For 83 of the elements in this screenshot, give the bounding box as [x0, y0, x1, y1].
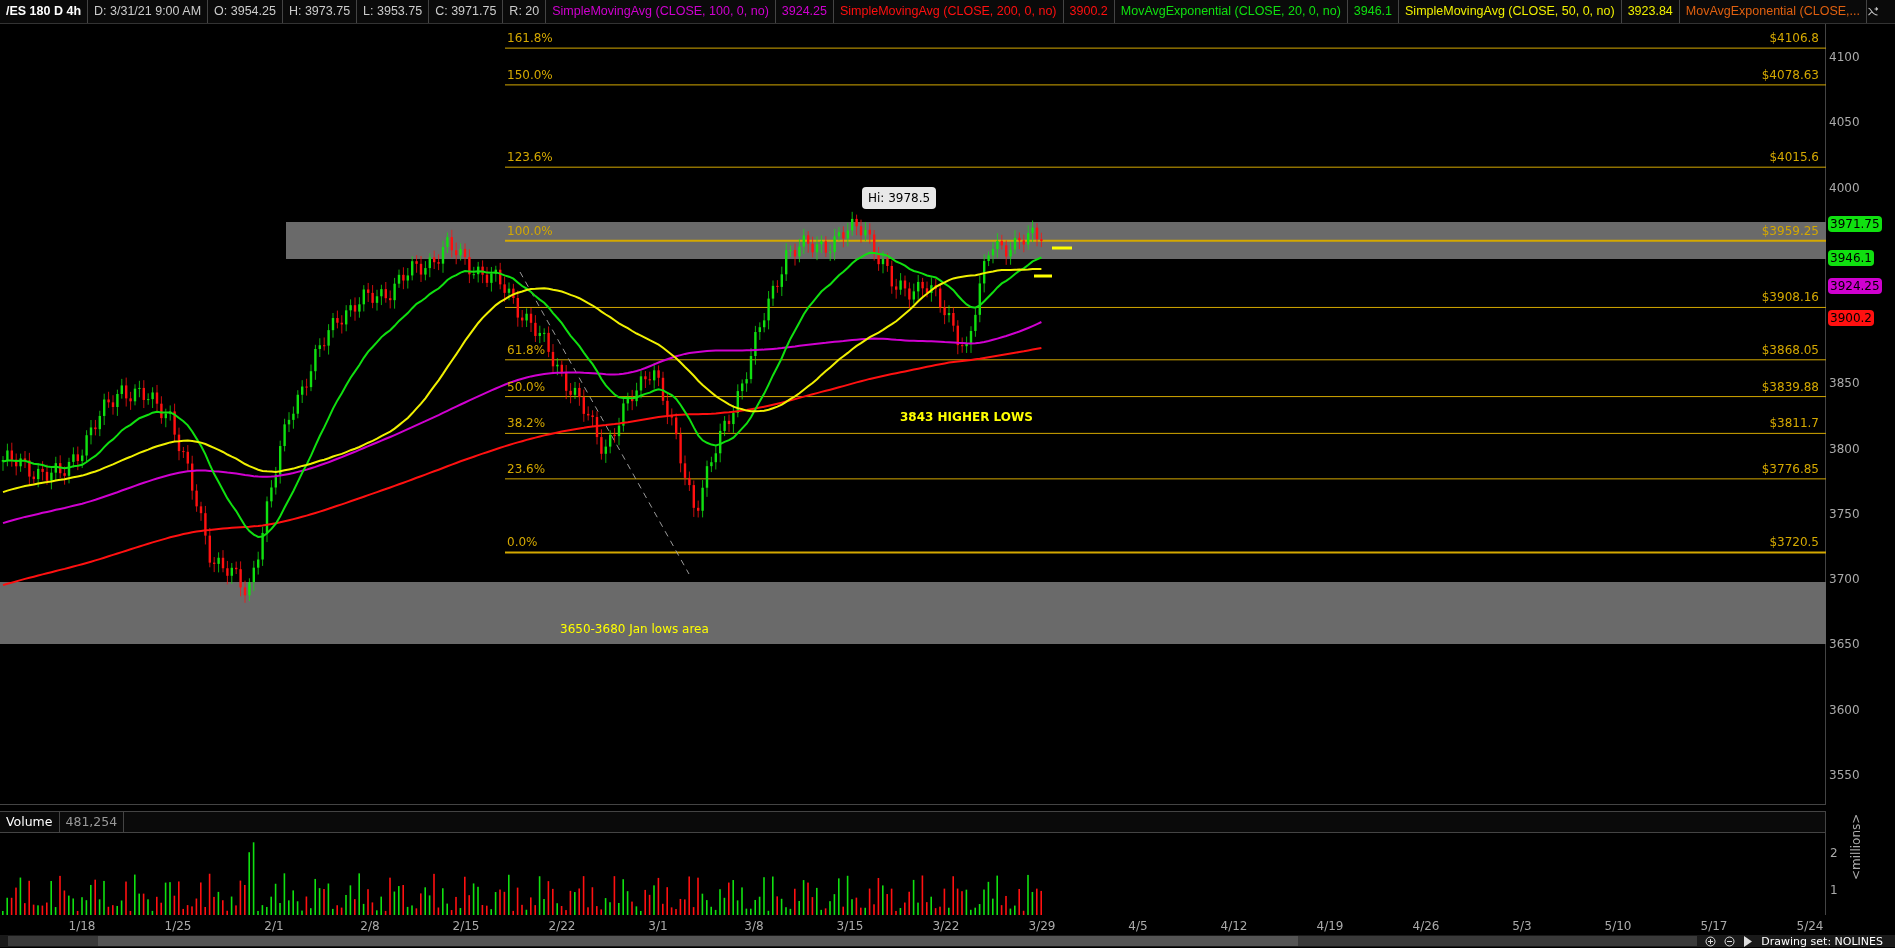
date-tick: 4/19: [1316, 918, 1344, 935]
chart-note: 3843 HIGHER LOWS: [900, 409, 1033, 426]
fibonacci-percent: 161.8%: [507, 32, 553, 45]
date-tick: 2/8: [360, 918, 380, 935]
date-tick: 3/8: [744, 918, 764, 935]
ohlc-value: L: 3953.75: [357, 0, 430, 23]
ohlc-value: H: 3973.75: [282, 0, 358, 23]
date-tick: 2/15: [452, 918, 480, 935]
price-marker: [1034, 274, 1052, 278]
price-tick: 3600: [1829, 703, 1860, 716]
study-label: SimpleMovingAvg (CLOSE, 50, 0, no): [1399, 0, 1622, 23]
volume-unit: <millions>: [1848, 813, 1864, 880]
price-tick: 4100: [1829, 51, 1860, 63]
date-tick: 5/17: [1700, 918, 1728, 935]
fibonacci-percent: 50.0%: [507, 380, 546, 393]
study-label: SimpleMovingAvg (CLOSE, 100, 0, no): [546, 0, 776, 23]
date-tick: 4/26: [1412, 918, 1440, 935]
fibonacci-price: $4106.8: [1769, 32, 1819, 45]
study-label: SimpleMovingAvg (CLOSE, 200, 0, no): [834, 0, 1064, 23]
fibonacci-price: $4078.63: [1761, 68, 1819, 81]
ohlc-value: D: 3/31/21 9:00 AM: [88, 0, 209, 23]
study-value: 3946.1: [1347, 0, 1400, 23]
price-tick: 3550: [1829, 769, 1860, 781]
date-tick: 1/25: [164, 918, 192, 935]
price-badge: 3900.2: [1828, 309, 1874, 326]
drawing-set-label: Drawing set: NOLINES: [1761, 935, 1883, 947]
volume-tick: 1: [1830, 884, 1838, 896]
fibonacci-percent: 123.6%: [507, 151, 553, 164]
date-tick: 2/1: [264, 918, 284, 935]
study-value: 3923.84: [1621, 0, 1680, 23]
date-tick: 1/18: [68, 918, 96, 935]
date-tick: 3/29: [1028, 918, 1056, 935]
fibonacci-price: $3720.5: [1769, 536, 1819, 549]
price-marker: [1052, 246, 1072, 250]
fibonacci-percent: 0.0%: [507, 536, 538, 549]
fibonacci-percent: 100.0%: [507, 224, 553, 237]
fibonacci-price: $3839.88: [1761, 380, 1819, 393]
price-tick: 3800: [1829, 442, 1860, 455]
study-label: MovAvgExponential (CLOSE, 20, 0, no): [1114, 0, 1348, 23]
fibonacci-percent: 150.0%: [507, 68, 553, 81]
price-badge: 3946.1: [1828, 249, 1874, 266]
study-label: MovAvgExponential (CLOSE,...: [1679, 0, 1867, 23]
zoom-out-icon[interactable]: [1724, 935, 1736, 947]
price-badge: 3924.25: [1828, 278, 1882, 295]
fibonacci-price: $3868.05: [1761, 343, 1819, 356]
chart-note: 3650-3680 Jan lows area: [560, 621, 709, 638]
ohlc-value: O: 3954.25: [208, 0, 283, 23]
fibonacci-percent: 61.8%: [507, 343, 546, 356]
scrollbar[interactable]: [8, 936, 1698, 946]
date-tick: 3/22: [932, 918, 960, 935]
price-badge: 3971.75: [1828, 216, 1882, 233]
fibonacci-price: $3908.16: [1761, 291, 1819, 304]
date-tick: 4/5: [1128, 918, 1148, 935]
date-tick: 5/3: [1512, 918, 1532, 935]
date-tick: 5/24: [1796, 918, 1824, 935]
date-tick: 3/1: [648, 918, 668, 935]
price-tick: 3650: [1829, 638, 1860, 651]
study-value: 3924.25: [775, 0, 834, 23]
date-tick: 2/22: [548, 918, 576, 935]
price-tick: 3850: [1829, 377, 1860, 390]
volume-tick: 2: [1830, 847, 1838, 859]
symbol-label: /ES 180 D 4h: [0, 0, 89, 23]
study-value: 3900.2: [1063, 0, 1115, 23]
fibonacci-price: $3776.85: [1761, 462, 1819, 475]
date-tick: 4/12: [1220, 918, 1248, 935]
high-label: Hi: 3978.5: [862, 187, 937, 209]
price-tick: 3700: [1829, 573, 1860, 586]
fibonacci-price: $4015.6: [1769, 151, 1819, 164]
fibonacci-price: $3959.25: [1761, 224, 1819, 237]
volume-value: 481,254: [59, 812, 125, 832]
price-tick: 4050: [1829, 116, 1860, 129]
volume-title: Volume: [0, 812, 60, 832]
ohlc-value: C: 3971.75: [429, 0, 504, 23]
date-tick: 5/10: [1604, 918, 1632, 935]
fibonacci-percent: 38.2%: [507, 417, 546, 430]
date-tick: 3/15: [836, 918, 864, 935]
price-tick: 3750: [1829, 507, 1860, 520]
price-tick: 4000: [1829, 181, 1860, 194]
play-icon[interactable]: [1743, 935, 1754, 947]
fibonacci-price: $3811.7: [1769, 417, 1819, 430]
ohlc-value: R: 20: [503, 0, 547, 23]
zoom-in-icon[interactable]: [1705, 935, 1717, 947]
fibonacci-percent: 23.6%: [507, 462, 546, 475]
